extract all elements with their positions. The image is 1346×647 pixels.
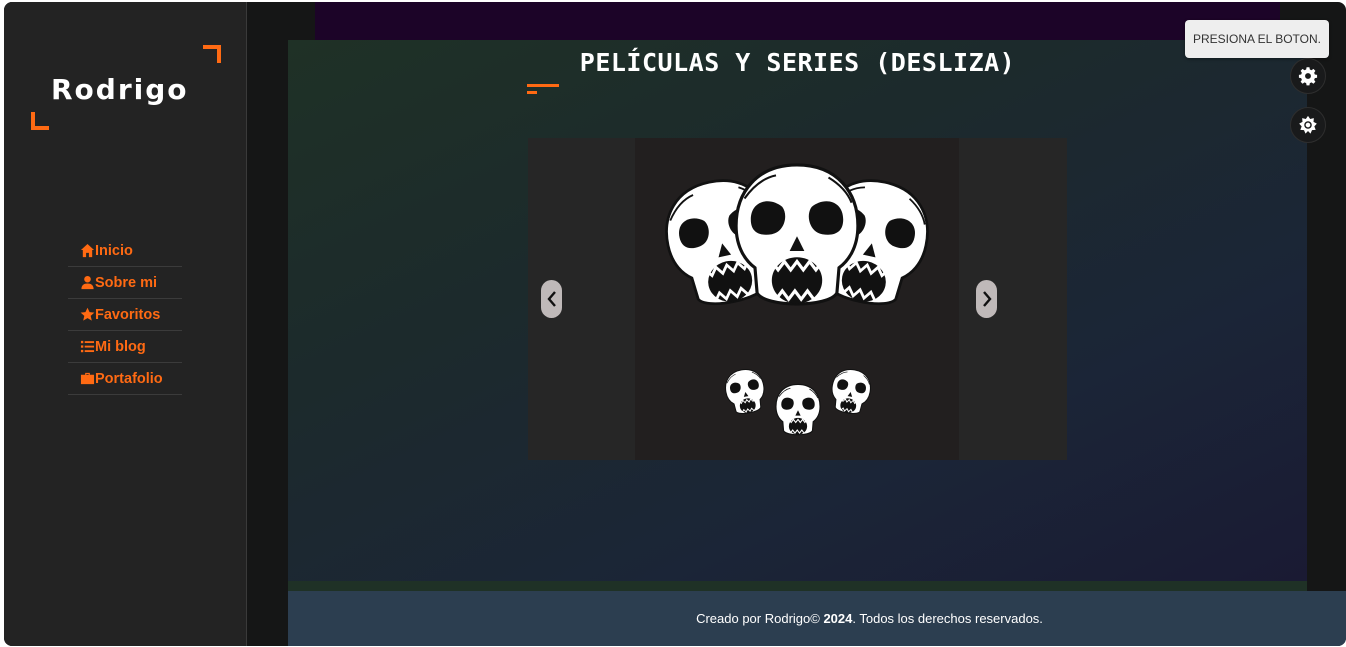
sidebar-item-label: Inicio	[95, 242, 133, 259]
carousel-next-button[interactable]	[976, 280, 997, 318]
skulls-illustration	[655, 163, 939, 436]
carousel[interactable]	[528, 138, 1067, 460]
sidebar-item-mi-blog[interactable]: Mi blog	[68, 331, 182, 363]
chevron-right-icon	[982, 291, 992, 307]
title-decoration	[527, 84, 561, 96]
footer-text: Creado por Rodrigo© 2024. Todos los dere…	[696, 611, 1043, 626]
theme-toggle-button[interactable]	[1290, 107, 1326, 143]
sidebar-item-sobre-mi[interactable]: Sobre mi	[68, 267, 182, 299]
chevron-left-icon	[546, 291, 556, 307]
settings-tooltip: PRESIONA EL BOTON.	[1185, 20, 1329, 58]
top-banner	[315, 2, 1280, 40]
briefcase-icon	[80, 372, 95, 385]
gear-icon	[1298, 67, 1318, 86]
carousel-slide-image	[635, 138, 959, 460]
sidebar-item-label: Mi blog	[95, 338, 146, 355]
sun-icon	[1299, 115, 1317, 134]
app-frame: Rodrigo Inicio Sobre mi Favoritos Mi blo…	[4, 2, 1346, 646]
star-icon	[80, 307, 95, 321]
logo[interactable]: Rodrigo	[31, 45, 221, 130]
sidebar-item-portafolio[interactable]: Portafolio	[68, 363, 182, 395]
footer: Creado por Rodrigo© 2024. Todos los dere…	[288, 591, 1346, 646]
content-bottom-strip	[288, 581, 1307, 591]
sidebar-item-label: Portafolio	[95, 370, 163, 387]
footer-year: 2024	[823, 611, 853, 626]
logo-text: Rodrigo	[51, 73, 189, 106]
logo-corner-bottom-left	[31, 112, 49, 130]
list-icon	[80, 340, 95, 353]
logo-corner-top-right	[203, 45, 221, 63]
sidebar-item-label: Favoritos	[95, 306, 161, 323]
sidebar-item-inicio[interactable]: Inicio	[68, 235, 182, 267]
user-icon	[81, 275, 94, 290]
sidebar-item-label: Sobre mi	[95, 274, 158, 291]
home-icon	[80, 243, 95, 258]
settings-button[interactable]	[1290, 58, 1326, 94]
main-content: PELÍCULAS Y SERIES (DESLIZA)	[288, 40, 1307, 583]
carousel-prev-button[interactable]	[541, 280, 562, 318]
sidebar-item-favoritos[interactable]: Favoritos	[68, 299, 182, 331]
sidebar-nav: Inicio Sobre mi Favoritos Mi blog Portaf…	[68, 235, 182, 395]
page-title: PELÍCULAS Y SERIES (DESLIZA)	[579, 48, 1016, 77]
sidebar: Rodrigo Inicio Sobre mi Favoritos Mi blo…	[4, 2, 247, 646]
